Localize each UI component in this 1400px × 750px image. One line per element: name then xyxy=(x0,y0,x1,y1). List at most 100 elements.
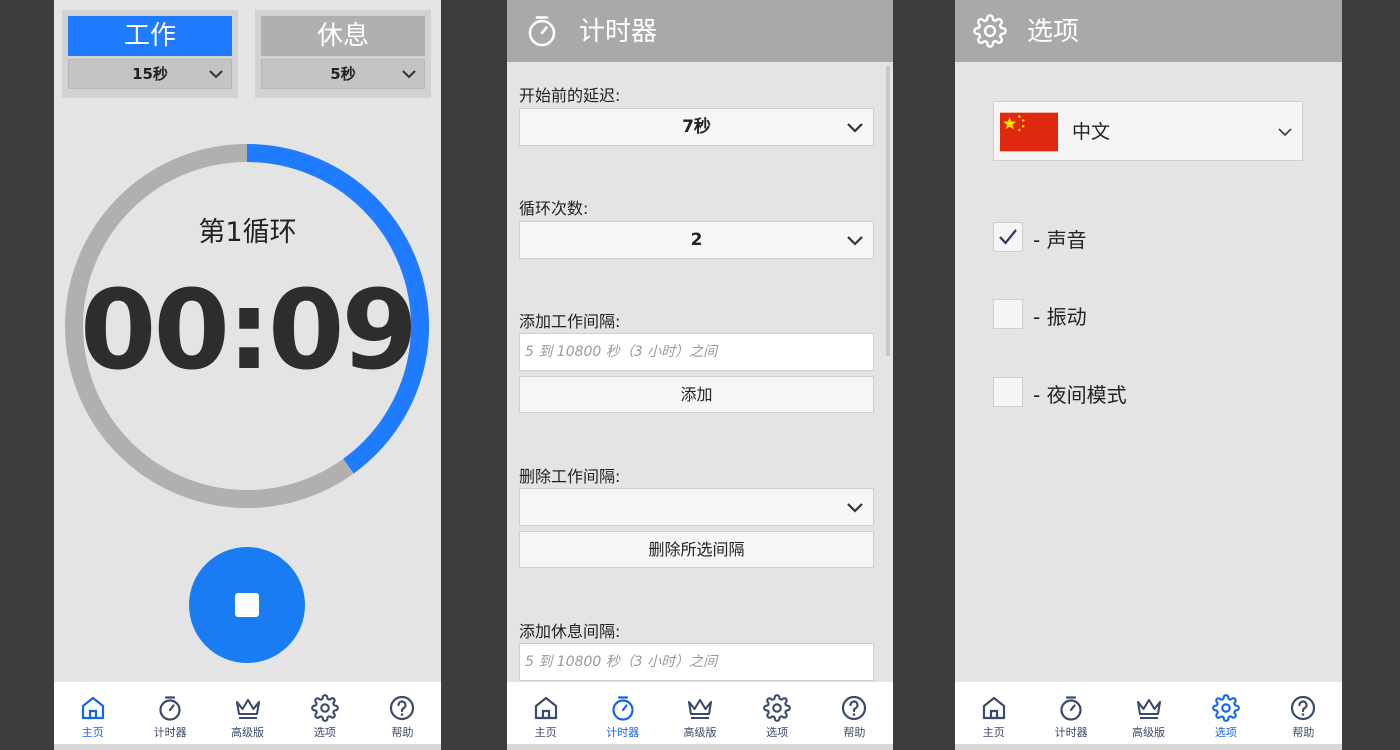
nav-item-stopwatch[interactable]: 计时器 xyxy=(131,682,208,744)
nav-label: 主页 xyxy=(81,726,104,739)
bottom-strip xyxy=(54,744,441,750)
bottom-nav: 主页 计时器 高级版 选项 帮助 xyxy=(507,682,893,744)
rest-mode-panel: 休息 5秒 xyxy=(255,10,431,98)
add-button[interactable]: 添加 xyxy=(519,376,874,413)
nav-label: 计时器 xyxy=(153,726,187,739)
nav-label: 选项 xyxy=(313,726,336,739)
page-title: 计时器 xyxy=(579,17,658,47)
nav-label: 选项 xyxy=(766,726,789,739)
nav-label: 高级版 xyxy=(1132,726,1166,739)
help-icon xyxy=(1289,694,1317,722)
nav-label: 计时器 xyxy=(606,726,640,739)
cycles-value: 2 xyxy=(690,230,703,250)
nav-label: 选项 xyxy=(1214,726,1237,739)
nav-item-help[interactable]: 帮助 xyxy=(816,682,893,744)
nav-item-gear[interactable]: 选项 xyxy=(286,682,363,744)
home-screen: 工作 15秒 休息 5秒 第1循环 00:09 主页 计时器 高级版 选项 帮助 xyxy=(54,0,441,750)
nav-label: 高级版 xyxy=(683,726,717,739)
add-work-label: 添加工作间隔: xyxy=(519,312,621,331)
vibration-checkbox[interactable] xyxy=(993,299,1023,329)
help-icon xyxy=(840,694,868,722)
checkmark-icon xyxy=(999,229,1017,245)
nav-item-home[interactable]: 主页 xyxy=(955,682,1032,744)
bottom-strip xyxy=(507,744,893,750)
language-value: 中文 xyxy=(1072,121,1111,143)
night-mode-checkbox[interactable] xyxy=(993,377,1023,407)
work-duration-select[interactable]: 15秒 xyxy=(68,59,232,89)
rest-duration-select[interactable]: 5秒 xyxy=(261,59,425,89)
home-icon xyxy=(980,694,1008,722)
cycles-label: 循环次数: xyxy=(519,199,589,218)
vibration-label: - 振动 xyxy=(1033,305,1087,329)
page-title: 选项 xyxy=(1027,17,1080,47)
chevron-down-icon xyxy=(402,70,416,79)
stopwatch-icon xyxy=(156,694,184,722)
rest-mode-button[interactable]: 休息 xyxy=(261,16,425,56)
gear-icon xyxy=(973,14,1007,48)
stopwatch-icon xyxy=(528,16,556,47)
crown-icon xyxy=(686,694,714,722)
chevron-down-icon xyxy=(1278,128,1292,137)
time-display: 00:09 xyxy=(79,266,418,394)
nav-item-home[interactable]: 主页 xyxy=(54,682,131,744)
timer-form: 开始前的延迟: 7秒 循环次数: 2 添加工作间隔: 5 到 10800 秒（3… xyxy=(507,62,893,682)
nav-item-crown[interactable]: 高级版 xyxy=(1110,682,1187,744)
nav-label: 高级版 xyxy=(231,726,265,739)
crown-icon xyxy=(1135,694,1163,722)
chevron-down-icon xyxy=(847,503,863,513)
nav-item-stopwatch[interactable]: 计时器 xyxy=(1032,682,1109,744)
stop-button[interactable] xyxy=(189,547,305,663)
rest-duration-value: 5秒 xyxy=(330,65,356,83)
options-header: 选项 xyxy=(955,0,1342,62)
nav-label: 主页 xyxy=(982,726,1005,739)
stopwatch-icon xyxy=(1057,694,1085,722)
home-icon xyxy=(532,694,560,722)
night-mode-label: - 夜间模式 xyxy=(1033,383,1127,407)
delete-button[interactable]: 删除所选间隔 xyxy=(519,531,874,568)
gear-icon xyxy=(311,694,339,722)
nav-item-stopwatch[interactable]: 计时器 xyxy=(584,682,661,744)
delay-label: 开始前的延迟: xyxy=(519,86,621,105)
nav-item-home[interactable]: 主页 xyxy=(507,682,584,744)
crown-icon xyxy=(234,694,262,722)
delete-work-select[interactable] xyxy=(519,488,874,526)
nav-item-help[interactable]: 帮助 xyxy=(1265,682,1342,744)
work-duration-value: 15秒 xyxy=(132,65,168,83)
work-mode-panel: 工作 15秒 xyxy=(62,10,238,98)
nav-label: 帮助 xyxy=(1292,726,1315,739)
work-mode-button[interactable]: 工作 xyxy=(68,16,232,56)
stopwatch-icon xyxy=(609,694,637,722)
chevron-down-icon xyxy=(209,70,223,79)
bottom-nav: 主页 计时器 高级版 选项 帮助 xyxy=(955,682,1342,744)
options-screen: 选项 中文 - 声音 - 振动 - 夜间模式 主页 计时器 高级版 选项 帮助 xyxy=(955,0,1342,750)
delete-work-label: 删除工作间隔: xyxy=(519,467,621,486)
sound-checkbox[interactable] xyxy=(993,222,1023,252)
nav-item-gear[interactable]: 选项 xyxy=(1187,682,1264,744)
delay-select[interactable]: 7秒 xyxy=(519,108,874,146)
cycle-label: 第1循环 xyxy=(198,217,297,248)
nav-label: 主页 xyxy=(534,726,557,739)
stop-icon xyxy=(235,593,259,617)
add-work-input[interactable]: 5 到 10800 秒（3 小时）之间 xyxy=(519,333,874,371)
nav-item-help[interactable]: 帮助 xyxy=(364,682,441,744)
nav-label: 计时器 xyxy=(1054,726,1088,739)
china-flag-icon xyxy=(1000,112,1058,152)
bottom-nav: 主页 计时器 高级版 选项 帮助 xyxy=(54,682,441,744)
gear-icon xyxy=(763,694,792,722)
gear-icon xyxy=(1212,694,1240,722)
timer-screen: 计时器 开始前的延迟: 7秒 循环次数: 2 添加工作间隔: 5 到 10800… xyxy=(507,0,893,750)
add-rest-label: 添加休息间隔: xyxy=(519,622,621,641)
nav-item-crown[interactable]: 高级版 xyxy=(661,682,738,744)
help-icon xyxy=(388,694,416,722)
chevron-down-icon xyxy=(847,236,863,246)
home-icon xyxy=(79,694,107,722)
language-select[interactable]: 中文 xyxy=(993,101,1303,161)
nav-label: 帮助 xyxy=(843,726,866,739)
chevron-down-icon xyxy=(847,123,863,133)
timer-header: 计时器 xyxy=(507,0,893,62)
add-rest-input[interactable]: 5 到 10800 秒（3 小时）之间 xyxy=(519,643,874,681)
cycles-select[interactable]: 2 xyxy=(519,221,874,259)
nav-item-gear[interactable]: 选项 xyxy=(739,682,816,744)
bottom-strip xyxy=(955,744,1342,750)
nav-item-crown[interactable]: 高级版 xyxy=(209,682,286,744)
